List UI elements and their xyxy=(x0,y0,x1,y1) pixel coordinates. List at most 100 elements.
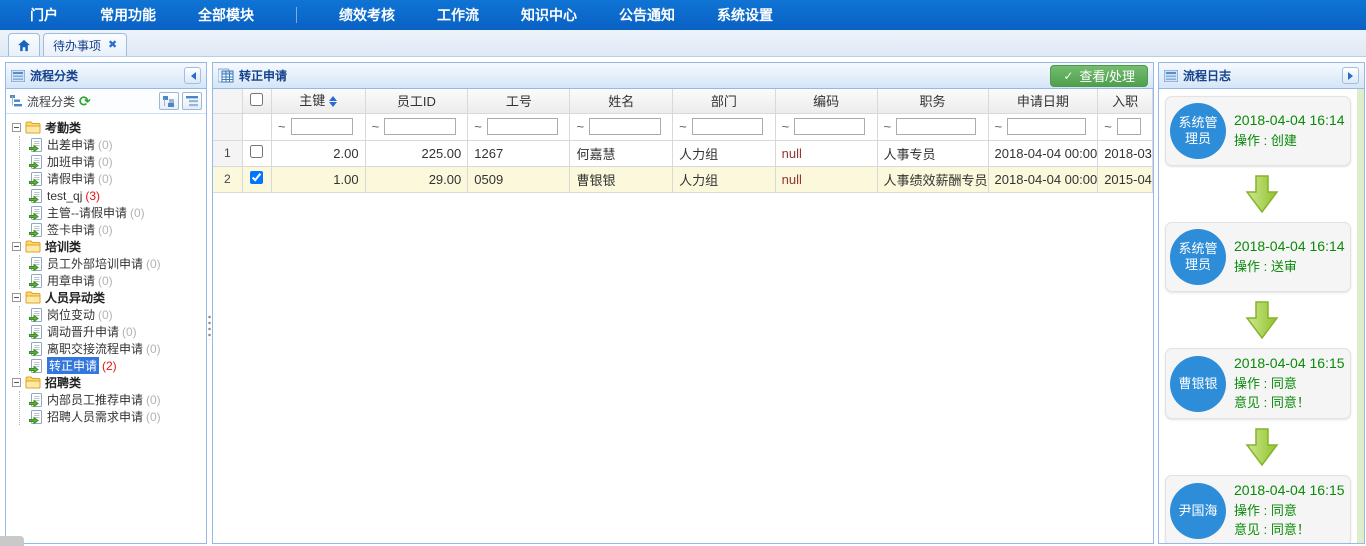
log-action-line: 操作 : 创建 xyxy=(1234,131,1345,150)
view-process-button[interactable]: ✓ 查看/处理 xyxy=(1050,65,1148,87)
tree-group-3[interactable]: 人员异动类 xyxy=(12,289,204,306)
document-arrow-icon xyxy=(29,206,43,220)
cell: 人事专员 xyxy=(877,140,988,166)
collapse-tree-icon xyxy=(186,96,198,107)
nav-item-8[interactable]: 系统设置 xyxy=(717,5,773,25)
tree-leaf-item[interactable]: 主管--请假申请(0) xyxy=(29,204,204,221)
log-timestamp: 2018-04-04 16:14 xyxy=(1234,112,1345,128)
log-scrollbar[interactable] xyxy=(1357,89,1364,543)
expand-tree-button[interactable] xyxy=(159,92,179,110)
filter-input-7[interactable] xyxy=(896,118,976,135)
application-grid-panel: 转正申请 ✓ 查看/处理 主键员工ID工号姓名部门编码职务申请日期入职 ~ ~ ~ ~ ~… xyxy=(212,62,1154,544)
filter-input-9[interactable] xyxy=(1117,118,1141,135)
pending-count-badge: (0) xyxy=(130,206,145,220)
range-tilde: ~ xyxy=(884,119,892,134)
refresh-icon[interactable]: ⟳ xyxy=(79,93,91,110)
filter-input-8[interactable] xyxy=(1007,118,1086,135)
filter-input-4[interactable] xyxy=(589,118,661,135)
tree-leaf-item[interactable]: 内部员工推荐申请(0) xyxy=(29,391,204,408)
filter-input-1[interactable] xyxy=(291,118,354,135)
pending-count-badge: (0) xyxy=(98,138,113,152)
close-icon[interactable]: ✖ xyxy=(108,40,117,51)
row-checkbox[interactable] xyxy=(250,145,263,158)
filter-input-6[interactable] xyxy=(794,118,865,135)
tree-leaf-item[interactable]: 请假申请(0) xyxy=(29,170,204,187)
row-checkbox[interactable] xyxy=(250,171,263,184)
log-timestamp: 2018-04-04 16:15 xyxy=(1234,482,1345,498)
tree-leaf-item[interactable]: 招聘人员需求申请(0) xyxy=(29,408,204,425)
column-header-9[interactable]: 入职 xyxy=(1098,89,1153,113)
filter-input-2[interactable] xyxy=(384,118,456,135)
collapse-node-icon[interactable] xyxy=(12,378,21,387)
nav-item-2[interactable]: 常用功能 xyxy=(100,5,156,25)
collapse-tree-button[interactable] xyxy=(182,92,202,110)
tree-leaf-item[interactable]: 员工外部培训申请(0) xyxy=(29,255,204,272)
tree-leaf-item[interactable]: test_qj(3) xyxy=(29,187,204,204)
collapse-node-icon[interactable] xyxy=(12,242,21,251)
folder-icon xyxy=(25,121,41,134)
range-tilde: ~ xyxy=(679,119,687,134)
table-row[interactable]: 12.00225.001267何嘉慧人力组null人事专员2018-04-04 … xyxy=(213,140,1153,166)
collapse-node-icon[interactable] xyxy=(12,293,21,302)
tree-leaf-item[interactable]: 离职交接流程申请(0) xyxy=(29,340,204,357)
nav-item-7[interactable]: 公告通知 xyxy=(619,5,675,25)
tree-group-label: 人员异动类 xyxy=(45,289,105,306)
tree-group-1[interactable]: 考勤类 xyxy=(12,119,204,136)
tab-home[interactable] xyxy=(8,33,40,56)
sort-icon[interactable] xyxy=(329,92,337,111)
cell: 1267 xyxy=(468,140,570,166)
cell: 2.00 xyxy=(271,140,365,166)
column-header-7[interactable]: 职务 xyxy=(877,89,988,113)
tree-children: 员工外部培训申请(0)用章申请(0) xyxy=(19,255,204,289)
column-header-6[interactable]: 编码 xyxy=(775,89,877,113)
tree-leaf-item[interactable]: 出差申请(0) xyxy=(29,136,204,153)
layout-corner-handle[interactable] xyxy=(0,536,24,546)
log-action-line: 操作 : 同意 xyxy=(1234,374,1345,393)
nav-item-6[interactable]: 知识中心 xyxy=(521,5,577,25)
tree-leaf-label: test_qj xyxy=(47,189,82,203)
column-header-4[interactable]: 姓名 xyxy=(570,89,673,113)
tree-leaf-item[interactable]: 转正申请(2) xyxy=(29,357,204,374)
collapse-right-button[interactable] xyxy=(1342,67,1359,84)
filter-cell-2: ~ xyxy=(365,113,468,140)
cell: 0509 xyxy=(468,166,570,192)
log-info: 2018-04-04 16:15操作 : 同意意见 : 同意！ xyxy=(1234,355,1345,412)
log-action-line: 意见 : 同意！ xyxy=(1234,393,1345,412)
tab-todo-items[interactable]: 待办事项 ✖ xyxy=(43,33,127,56)
tree-leaf-item[interactable]: 调动晋升申请(0) xyxy=(29,323,204,340)
collapse-left-button[interactable] xyxy=(184,67,201,84)
filter-input-3[interactable] xyxy=(487,118,558,135)
pending-count-badge: (0) xyxy=(146,257,161,271)
tree-leaf-item[interactable]: 岗位变动(0) xyxy=(29,306,204,323)
column-header-3[interactable]: 工号 xyxy=(468,89,570,113)
tree-group-4[interactable]: 招聘类 xyxy=(12,374,204,391)
filter-cell-7: ~ xyxy=(877,113,988,140)
column-header-8[interactable]: 申请日期 xyxy=(988,89,1098,113)
pending-count-badge: (0) xyxy=(98,308,113,322)
tree-group-2[interactable]: 培训类 xyxy=(12,238,204,255)
main-panel-header: 转正申请 ✓ 查看/处理 xyxy=(213,63,1153,89)
table-row[interactable]: 21.0029.000509曹银银人力组null人事绩效薪酬专员2018-04-… xyxy=(213,166,1153,192)
nav-item-3[interactable]: 全部模块 xyxy=(198,5,254,25)
filter-cell-6: ~ xyxy=(775,113,877,140)
top-navigation-bar: 门户 常用功能 全部模块 绩效考核 工作流 知识中心 公告通知 系统设置 xyxy=(0,0,1366,30)
grid-area: 主键员工ID工号姓名部门编码职务申请日期入职~~~~~~~~~12.00225.… xyxy=(213,89,1153,543)
select-all-checkbox[interactable] xyxy=(250,93,263,106)
document-arrow-icon xyxy=(29,138,43,152)
nav-item-4[interactable]: 绩效考核 xyxy=(339,5,395,25)
tab-label: 待办事项 xyxy=(53,37,101,54)
tree-leaf-item[interactable]: 用章申请(0) xyxy=(29,272,204,289)
column-header-1[interactable]: 主键 xyxy=(271,89,365,113)
document-arrow-icon xyxy=(29,342,43,356)
nav-item-5[interactable]: 工作流 xyxy=(437,5,479,25)
tree-leaf-item[interactable]: 签卡申请(0) xyxy=(29,221,204,238)
column-header-2[interactable]: 员工ID xyxy=(365,89,468,113)
tree-icon xyxy=(10,95,23,107)
tree-leaf-item[interactable]: 加班申请(0) xyxy=(29,153,204,170)
column-header-5[interactable]: 部门 xyxy=(673,89,776,113)
filter-input-5[interactable] xyxy=(692,118,764,135)
filter-cell-1: ~ xyxy=(271,113,365,140)
nav-item-1[interactable]: 门户 xyxy=(30,5,58,25)
collapse-node-icon[interactable] xyxy=(12,123,21,132)
range-tilde: ~ xyxy=(278,119,286,134)
